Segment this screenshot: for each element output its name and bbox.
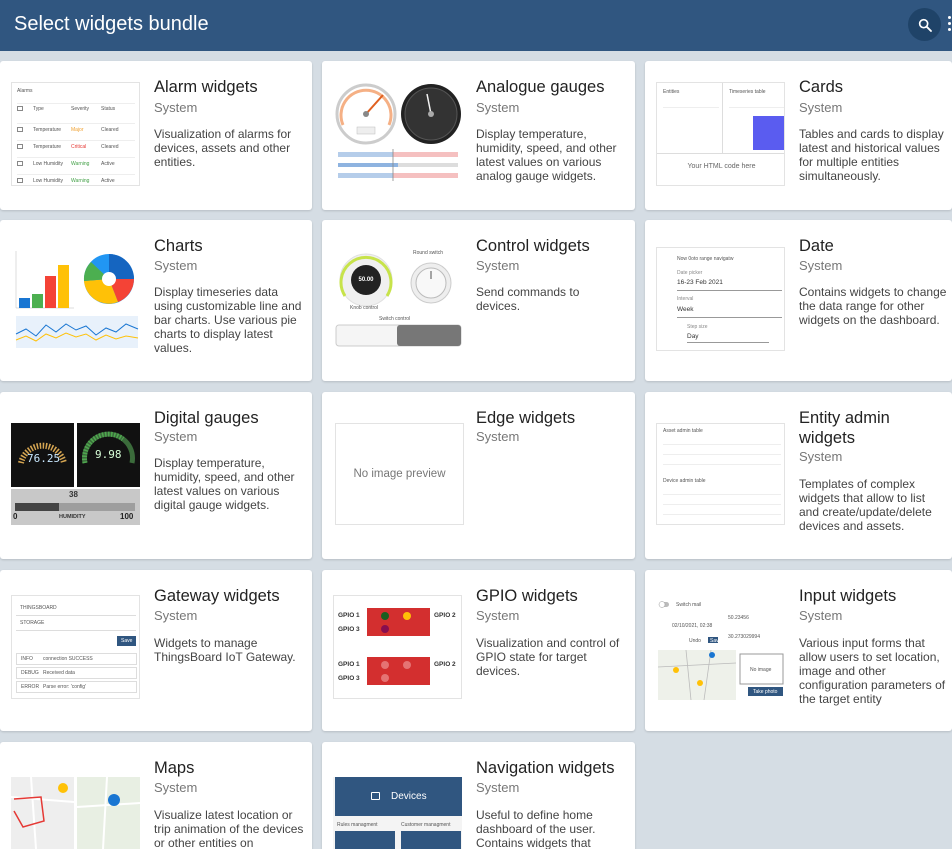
bundle-name: Digital gauges [154, 409, 259, 427]
preview-image [11, 777, 140, 849]
bundle-description: Widgets to manage ThingsBoard IoT Gatewa… [154, 636, 296, 664]
bundle-description: Various input forms that allow users to … [799, 636, 946, 706]
bundle-card-analogue-gauges[interactable]: Analogue gauges System Display temperatu… [322, 61, 635, 210]
preview-image: 50.00 Round switch Knob control Switch c… [333, 246, 462, 352]
bundle-card-maps[interactable]: Maps System Visualize latest location or… [0, 742, 312, 849]
bundle-owner: System [799, 449, 843, 464]
bundle-name: Control widgets [476, 237, 590, 255]
preview-image: 76.25 9.98 38 0 HUMIDITY 100 [11, 423, 140, 525]
bundle-owner: System [154, 258, 198, 273]
bundle-description: Send commands to devices. [476, 285, 580, 313]
bundle-description: Templates of complex widgets that allow … [799, 477, 932, 533]
bundle-card-cards[interactable]: Entities Timeseries table Your HTML code… [645, 61, 952, 210]
bundle-card-control-widgets[interactable]: 50.00 Round switch Knob control Switch c… [322, 220, 635, 381]
bundle-owner: System [476, 780, 520, 795]
bundle-name: Edge widgets [476, 409, 576, 427]
preview-image: Now 0oto range navigatw Date picker 16-2… [656, 247, 785, 351]
bundle-name: Gateway widgets [154, 587, 280, 605]
bundle-owner: System [476, 258, 520, 273]
bundle-description: Useful to define home dashboard of the u… [476, 808, 596, 849]
bundle-name: Cards [799, 78, 844, 96]
bundle-description: Contains widgets to change the data rang… [799, 285, 947, 327]
bundle-owner: System [154, 429, 198, 444]
search-button[interactable] [908, 8, 941, 41]
bundle-description: Display temperature, humidity, speed, an… [476, 127, 617, 183]
bundle-name: Date [799, 237, 834, 255]
bundle-owner: System [476, 429, 520, 444]
preview-image: Alarms Type Severity Status Temperature Maj… [11, 82, 140, 186]
bundle-description: Visualize latest location or trip animat… [154, 808, 304, 849]
bundle-card-digital-gauges[interactable]: 76.25 9.98 38 0 HUMIDITY 100 Digital gau… [0, 392, 312, 559]
bundle-description: Display timeseries data using customizab… [154, 285, 302, 355]
preview-image: THINGSBOARD STORAGE Save INFO connection … [11, 595, 140, 699]
bundle-owner: System [799, 100, 843, 115]
preview-image: GPIO 1 GPIO 2 GPIO 3 GPIO 1 GPIO 2 GPIO … [333, 595, 462, 699]
bundle-card-input-widgets[interactable]: Switch mail 02/10/2021, 02:38 50.23456 3… [645, 570, 952, 731]
bundle-owner: System [799, 608, 843, 623]
bundle-owner: System [799, 258, 843, 273]
bundle-description: Display temperature, humidity, speed, an… [154, 456, 295, 512]
bundle-name: Analogue gauges [476, 78, 605, 96]
preview-image [333, 81, 462, 187]
bundle-name: Navigation widgets [476, 759, 615, 777]
bundle-description: Tables and cards to display latest and h… [799, 127, 944, 183]
bundle-card-date[interactable]: Now 0oto range navigatw Date picker 16-2… [645, 220, 952, 381]
bundle-description: Visualization of alarms for devices, ass… [154, 127, 292, 169]
bundle-name: Maps [154, 759, 195, 777]
bundle-name: Input widgets [799, 587, 897, 605]
preview-text: Alarms [17, 88, 33, 94]
bundle-owner: System [154, 608, 198, 623]
preview-image: Devices Rules managment Customer managme… [333, 777, 462, 849]
search-icon [918, 18, 932, 32]
bundle-card-alarm-widgets[interactable]: Alarms Type Severity Status Temperature Maj… [0, 61, 312, 210]
bundle-owner: System [476, 608, 520, 623]
bundle-owner: System [154, 780, 198, 795]
top-bar: Select widgets bundle [0, 0, 952, 51]
bundle-card-edge-widgets[interactable]: No image preview Edge widgets System [322, 392, 635, 559]
preview-image: Switch mail 02/10/2021, 02:38 50.23456 3… [656, 597, 785, 701]
bundle-card-gpio-widgets[interactable]: GPIO 1 GPIO 2 GPIO 3 GPIO 1 GPIO 2 GPIO … [322, 570, 635, 731]
page-title: Select widgets bundle [14, 13, 209, 35]
bundle-description: Visualization and control of GPIO state … [476, 636, 620, 678]
preview-image: Asset admin table Device admin table [656, 423, 785, 525]
bundle-card-charts[interactable]: Charts System Display timeseries data us… [0, 220, 312, 381]
more-vert-icon[interactable] [946, 14, 952, 36]
bundle-card-entity-admin-widgets[interactable]: Asset admin table Device admin table Ent… [645, 392, 952, 559]
bundle-owner: System [154, 100, 198, 115]
bundle-card-gateway-widgets[interactable]: THINGSBOARD STORAGE Save INFO connection … [0, 570, 312, 731]
bundle-name: GPIO widgets [476, 587, 578, 605]
bundle-name: Entity admin widgets [799, 409, 890, 447]
preview-image [11, 246, 140, 352]
bundle-card-navigation-widgets[interactable]: Devices Rules managment Customer managme… [322, 742, 635, 849]
bundle-owner: System [476, 100, 520, 115]
bundle-name: Charts [154, 237, 203, 255]
preview-image: No image preview [335, 423, 464, 525]
bundle-name: Alarm widgets [154, 78, 258, 96]
preview-image: Entities Timeseries table Your HTML code… [656, 82, 785, 186]
